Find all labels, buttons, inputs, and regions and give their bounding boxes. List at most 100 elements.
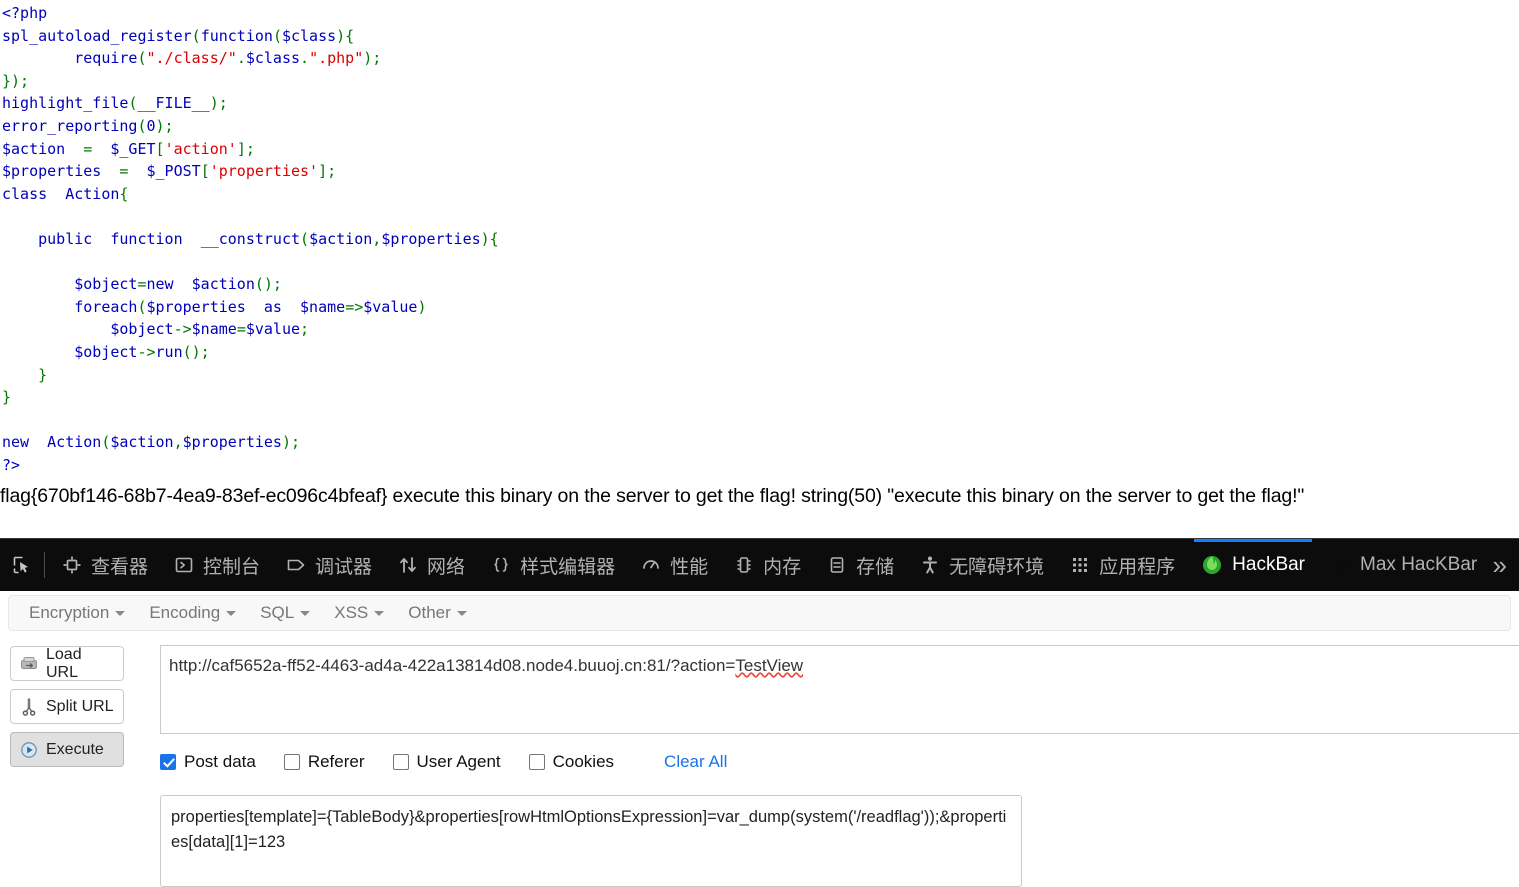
code-token: } [2,388,12,407]
overflow-chevron-icon[interactable]: » [1487,552,1519,578]
network-icon [398,555,418,575]
url-text: http://caf5652a-ff52-4463-ad4a-422a13814… [169,656,736,675]
code-token: 'action' [164,139,237,158]
tab-debugger[interactable]: 调试器 [273,539,385,591]
code-token: ( [300,229,310,248]
code-token: 'properties' [209,162,319,181]
code-token: . [236,49,246,68]
code-token: class [2,184,48,203]
checkbox-label: Cookies [552,752,615,771]
console-icon [174,555,194,575]
style-editor-icon [491,555,511,575]
code-token: -> [137,342,156,361]
checkbox-box[interactable] [528,754,545,770]
code-token: new [146,275,174,294]
code-token: $value [245,320,301,339]
hackbar-menubar: Encryption Encoding SQL XSS Other [8,595,1511,631]
code-token: -> [173,320,192,339]
hackbar-menu-label: Encryption [29,603,110,622]
code-token: __FILE__ [137,94,210,113]
post-data-input[interactable]: properties[template]={TableBody}&propert… [160,795,1022,887]
code-token: , [173,433,183,452]
code-token: ( [137,116,147,135]
button-label: Load URL [46,645,82,681]
hackbar-menu-encryption[interactable]: Encryption [17,599,137,627]
hackbar-menu-other[interactable]: Other [396,599,479,627]
tab-performance[interactable]: 性能 [628,539,721,591]
tab-accessibility[interactable]: 无障碍环境 [907,539,1057,591]
hackbar-menu-label: SQL [260,603,295,622]
code-token: $object [74,342,138,361]
devtools-tab-label: 内存 [763,556,802,578]
tab-inspector[interactable]: 查看器 [49,539,161,591]
code-token: = [65,139,111,158]
split-url-button[interactable]: Split URL [10,689,124,724]
devtools-toolbar: 查看器 控制台 调试器 网络 样式编辑器 性能 内存 存储 无障碍环境 应用程序 HackBar Ma… [0,538,1519,591]
hackbar-menu-label: Encoding [149,603,221,622]
storage-icon [827,555,847,575]
hackbar-menu-label: XSS [334,603,369,622]
tab-network[interactable]: 网络 [385,539,478,591]
execute-icon [19,740,39,760]
hackbar-menu-xss[interactable]: XSS [322,599,396,627]
load-url-button[interactable]: Load URL [10,646,124,681]
tab-application[interactable]: 应用程序 [1057,539,1188,591]
code-token: __construct [200,229,301,248]
devtools-tab-label: 调试器 [315,556,373,578]
hackbar-menu-encoding[interactable]: Encoding [137,599,248,627]
code-token: foreach [74,297,138,316]
hackbar-icon [1201,554,1223,576]
checkbox-box[interactable] [392,754,409,770]
checkbox-box[interactable] [283,754,300,770]
checkbox-label: Post data [184,752,256,771]
tab-memory[interactable]: 内存 [721,539,814,591]
code-token: $properties [381,229,481,248]
code-token: $action [2,139,66,158]
checkbox-cookies[interactable]: Cookies [528,752,615,772]
chevron-down-icon [226,611,237,617]
code-token: $object [110,320,174,339]
code-token: ); [155,116,174,135]
devtools-tab-label: 存储 [856,556,895,578]
code-token: ); [281,433,301,452]
checkbox-referer[interactable]: Referer [283,752,365,772]
checkbox-post-data[interactable]: Post data [160,752,256,772]
load-url-icon [19,654,39,674]
toolbar-divider [44,552,45,578]
clear-all-link[interactable]: Clear All [664,752,727,772]
hackbar-menu-sql[interactable]: SQL [248,599,322,627]
code-token: ){ [336,26,355,45]
execute-button[interactable]: Execute [10,732,124,767]
checkbox-box[interactable] [160,754,176,770]
tab-style-editor[interactable]: 样式编辑器 [478,539,628,591]
checkbox-user-agent[interactable]: User Agent [392,752,501,772]
code-token: spl_autoload_register [2,26,192,45]
php-source-output: <?php spl_autoload_register(function($cl… [0,0,1519,516]
code-token: [ [200,162,210,181]
element-picker-icon[interactable] [0,539,44,591]
devtools-tab-label: 应用程序 [1099,556,1176,578]
code-token: ); [209,94,228,113]
code-token: run [155,342,183,361]
tab-console[interactable]: 控制台 [161,539,273,591]
code-token: $class [245,49,301,68]
url-input[interactable]: http://caf5652a-ff52-4463-ad4a-422a13814… [160,645,1519,734]
tab-hackbar[interactable]: HackBar [1188,539,1318,591]
code-token: ) [417,297,427,316]
code-token: } [38,365,48,384]
code-token: [ [155,139,165,158]
devtools-tab-label: 查看器 [91,556,149,578]
tab-max-hackbar[interactable]: Max HacKBar [1318,539,1487,591]
code-token: ?> [2,455,21,474]
chevron-down-icon [115,611,126,617]
devtools-tab-label: HackBar [1232,554,1306,575]
tab-storage[interactable]: 存储 [814,539,907,591]
